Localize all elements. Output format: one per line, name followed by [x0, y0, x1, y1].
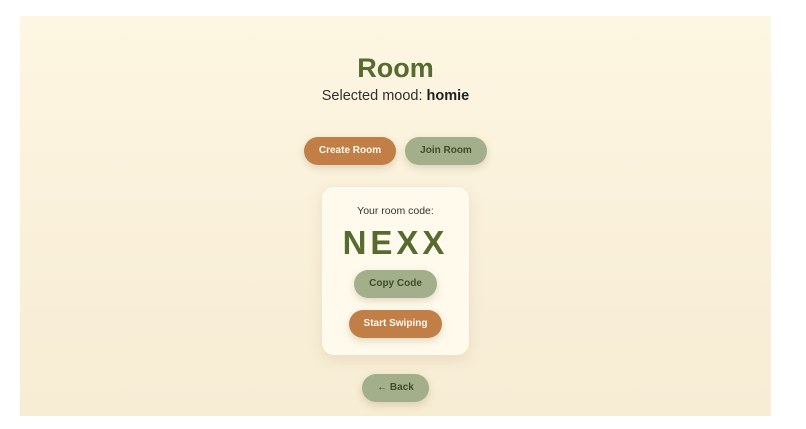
room-code: NEXX [342, 224, 449, 261]
create-room-button[interactable]: Create Room [304, 137, 396, 165]
page-title: Room [357, 53, 434, 83]
back-button[interactable]: ← Back [362, 374, 429, 402]
join-room-button[interactable]: Join Room [405, 137, 487, 165]
start-swiping-button[interactable]: Start Swiping [349, 310, 442, 338]
selected-mood-value: homie [426, 88, 470, 104]
selected-mood-label: Selected mood: [321, 88, 427, 104]
selected-mood: Selected mood: homie [20, 87, 771, 105]
room-code-label: Your room code: [357, 205, 434, 217]
copy-code-button[interactable]: Copy Code [354, 270, 437, 298]
room-code-card: Your room code: NEXX Copy Code Start Swi… [322, 187, 469, 355]
room-page: Room Selected mood: homie Create Room Jo… [20, 16, 771, 416]
